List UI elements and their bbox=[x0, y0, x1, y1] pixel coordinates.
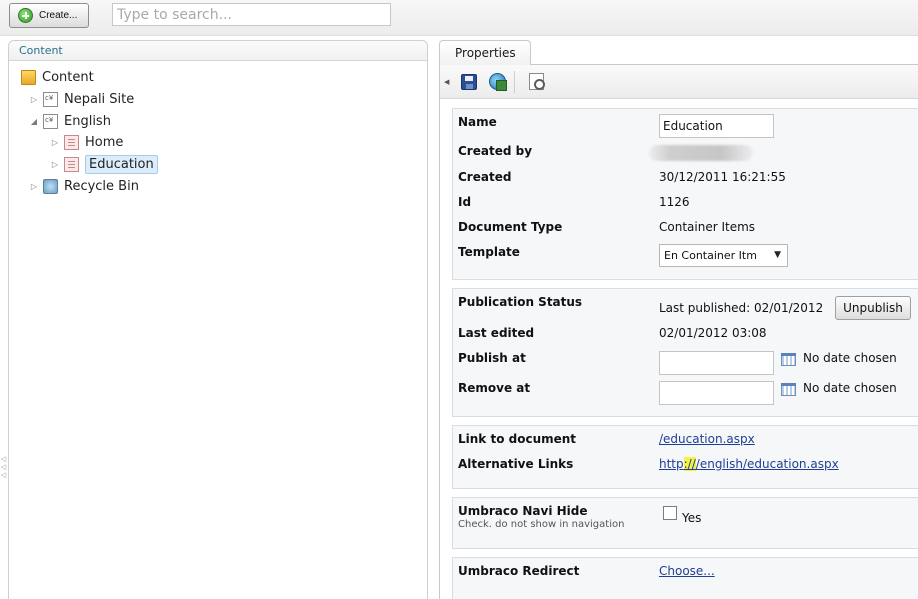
create-button-label: Create... bbox=[39, 10, 78, 21]
tree-item-nepali-site[interactable]: ▷ Nepali Site bbox=[29, 89, 134, 109]
tree-item-label: English bbox=[64, 113, 111, 129]
add-icon bbox=[18, 8, 33, 23]
document-type-icon bbox=[43, 91, 58, 107]
general-properties-section: Name Created by Created 30/12/2011 16:21… bbox=[452, 108, 918, 280]
save-button[interactable] bbox=[458, 71, 480, 93]
tree-item-label: Recycle Bin bbox=[64, 178, 139, 194]
tree-header: Content bbox=[9, 41, 427, 61]
preview-button[interactable] bbox=[525, 71, 547, 93]
choose-link[interactable]: Choose... bbox=[659, 564, 715, 578]
last-edited-label: Last edited bbox=[458, 326, 535, 340]
save-and-publish-icon bbox=[488, 73, 507, 91]
remove-at-date-status: No date chosen bbox=[803, 381, 897, 395]
tree-item-label: Home bbox=[85, 134, 124, 150]
toolbar-divider bbox=[514, 70, 515, 93]
last-edited-value: 02/01/2012 03:08 bbox=[659, 326, 767, 340]
document-type-icon bbox=[43, 113, 58, 129]
alternative-link-prefix: http bbox=[659, 457, 684, 471]
expand-icon[interactable]: ▷ bbox=[29, 181, 39, 191]
created-value: 30/12/2011 16:21:55 bbox=[659, 170, 786, 184]
template-label: Template bbox=[458, 245, 520, 259]
top-toolbar: Create... bbox=[0, 0, 918, 36]
create-button[interactable]: Create... bbox=[9, 3, 89, 28]
tree-item-recycle-bin[interactable]: ▷ Recycle Bin bbox=[29, 176, 139, 196]
publish-at-input[interactable] bbox=[659, 351, 774, 375]
link-to-document[interactable]: /education.aspx bbox=[659, 432, 755, 446]
name-input[interactable] bbox=[659, 114, 774, 138]
redirect-section: Umbraco Redirect Choose... bbox=[452, 557, 918, 599]
search-input[interactable] bbox=[112, 3, 391, 26]
navi-hide-label: Umbraco Navi Hide bbox=[458, 504, 588, 518]
tab-properties[interactable]: Properties bbox=[439, 40, 531, 65]
alternative-link[interactable]: http:///english/education.aspx bbox=[659, 457, 839, 471]
page-icon bbox=[64, 156, 79, 172]
tree-item-label: Nepali Site bbox=[64, 91, 135, 107]
alternative-link-suffix: /english/education.aspx bbox=[695, 457, 839, 471]
collapse-icon[interactable]: ◢ bbox=[29, 116, 39, 126]
save-icon bbox=[461, 73, 477, 90]
name-label: Name bbox=[458, 115, 497, 129]
publication-status-value: Last published: 02/01/2012 bbox=[659, 301, 824, 315]
expand-icon[interactable]: ▷ bbox=[29, 94, 39, 104]
folder-icon bbox=[21, 69, 36, 85]
tree-item-label: Education bbox=[85, 154, 158, 174]
page-icon bbox=[64, 134, 79, 150]
calendar-icon[interactable] bbox=[781, 353, 796, 366]
publish-at-date-status: No date chosen bbox=[803, 351, 897, 365]
panel-splitter-handle[interactable]: ◁ ◁ ◁ bbox=[0, 455, 7, 479]
navi-hide-checkbox-label: Yes bbox=[682, 511, 702, 525]
redirect-label: Umbraco Redirect bbox=[458, 564, 580, 578]
remove-at-label: Remove at bbox=[458, 381, 531, 395]
expand-icon[interactable]: ▷ bbox=[50, 159, 60, 169]
navi-hide-checkbox[interactable] bbox=[663, 506, 677, 520]
link-to-document-label: Link to document bbox=[458, 432, 577, 446]
alternative-links-label: Alternative Links bbox=[458, 457, 574, 471]
remove-at-input[interactable] bbox=[659, 381, 774, 405]
links-section: Link to document /education.aspx Alterna… bbox=[452, 425, 918, 489]
template-selected-value: En Container Itm bbox=[664, 249, 757, 262]
tree-item-home[interactable]: ▷ Home bbox=[50, 132, 123, 152]
document-type-value: Container Items bbox=[659, 220, 756, 234]
save-and-publish-button[interactable] bbox=[486, 71, 508, 93]
template-select[interactable]: En Container Itm ▼ bbox=[659, 244, 788, 267]
document-type-label: Document Type bbox=[458, 220, 563, 234]
created-label: Created bbox=[458, 170, 512, 184]
unpublish-button[interactable]: Unpublish bbox=[835, 296, 911, 320]
id-value: 1126 bbox=[659, 195, 690, 209]
tree-item-english[interactable]: ◢ English bbox=[29, 111, 111, 131]
created-by-label: Created by bbox=[458, 144, 533, 158]
redacted-value bbox=[649, 145, 753, 161]
preview-icon bbox=[528, 73, 545, 90]
recycle-bin-icon bbox=[43, 178, 58, 194]
collapse-arrow-icon[interactable]: ◀ bbox=[444, 78, 452, 86]
publication-section: Publication Status Last published: 02/01… bbox=[452, 288, 918, 417]
navi-hide-section: Umbraco Navi Hide Check. do not show in … bbox=[452, 497, 918, 549]
tree-item-label: Content bbox=[42, 69, 94, 85]
properties-panel: ◀ Name Created by Created 30/12/2011 16:… bbox=[439, 64, 918, 599]
calendar-icon[interactable] bbox=[781, 383, 796, 396]
tree-item-education[interactable]: ▷ Education bbox=[50, 154, 158, 174]
publish-at-label: Publish at bbox=[458, 351, 526, 365]
publication-status-label: Publication Status bbox=[458, 295, 583, 309]
expand-icon[interactable]: ▷ bbox=[50, 137, 60, 147]
id-label: Id bbox=[458, 195, 472, 209]
tree-item-content[interactable]: Content bbox=[21, 67, 94, 87]
chevron-down-icon: ▼ bbox=[774, 250, 781, 260]
highlighted-text: :// bbox=[683, 457, 696, 471]
content-tree-panel: Content Content ▷ Nepali Site ◢ English … bbox=[8, 40, 428, 599]
properties-toolbar: ◀ bbox=[440, 65, 918, 99]
navi-hide-description: Check. do not show in navigation bbox=[458, 519, 625, 530]
